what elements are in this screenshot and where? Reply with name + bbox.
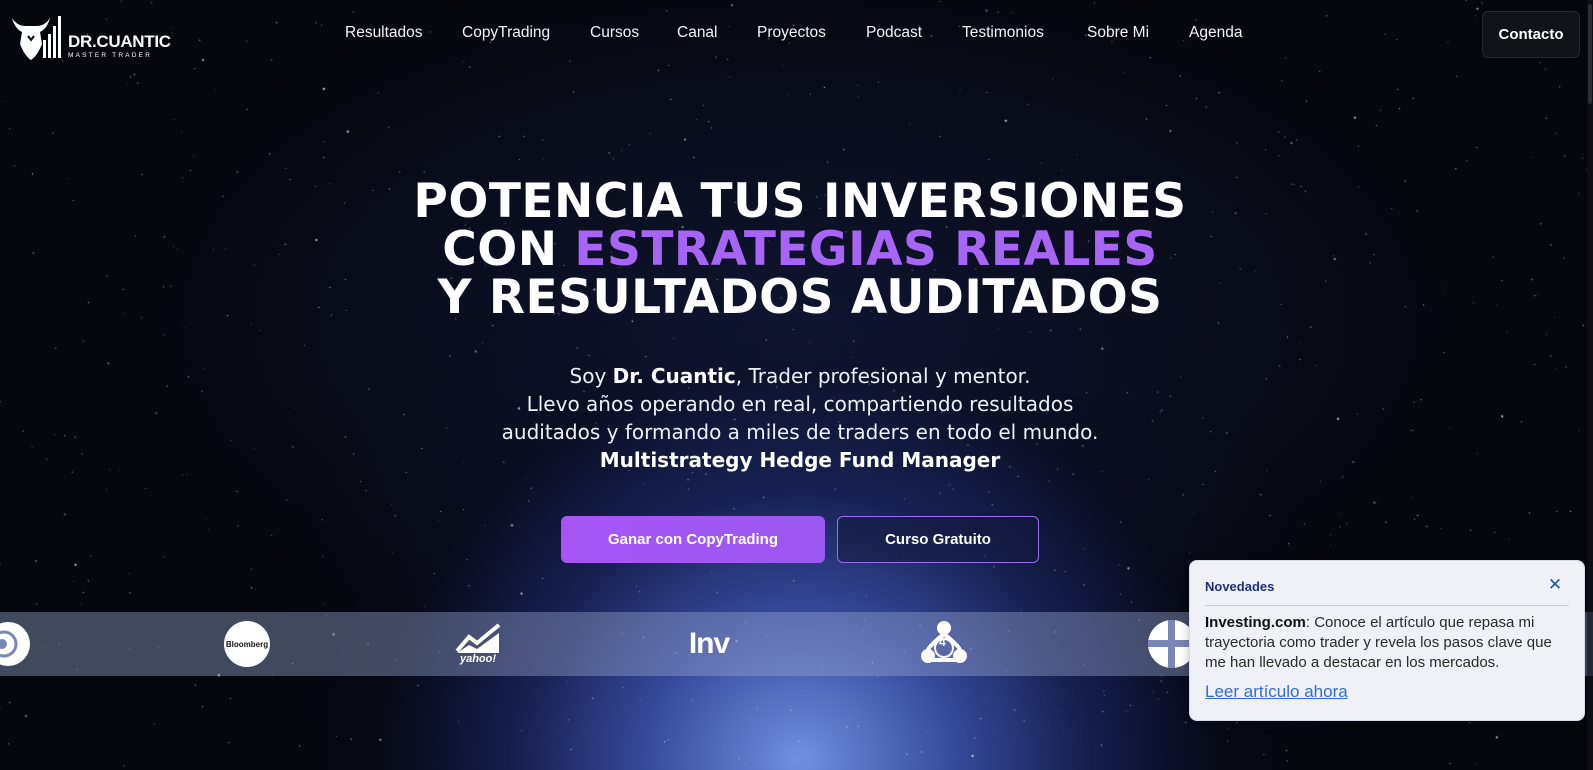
nav-item-cursos[interactable]: Cursos [590,24,639,42]
nav-item-proyectos[interactable]: Proyectos [757,24,826,42]
investing-logo: Inv [684,612,734,676]
yahoo-logo: yahoo! [450,612,506,676]
nav-item-sobre-mi[interactable]: Sobre Mi [1087,24,1149,42]
line-chart-icon [455,623,501,653]
investing-logo-text: Inv [688,627,730,660]
nav-item-testimonios[interactable]: Testimonios [962,24,1044,42]
intro-line-1: Soy Dr. Cuantic, Trader profesional y me… [0,362,1593,390]
nav-item-resultados[interactable]: Resultados [345,24,423,42]
top-navbar: DR.CUANTIC MASTER TRADER Resultados Copy… [0,0,1593,70]
notification-divider [1205,605,1569,606]
partial-circle-logo [0,612,40,676]
scrollbar-thumb[interactable] [1588,4,1592,104]
intro-line-2: Llevo años operando en real, compartiend… [526,392,1074,416]
intro-title: Multistrategy Hedge Fund Manager [599,448,1001,472]
scrollbar-track[interactable] [1587,0,1593,770]
nav-item-canal[interactable]: Canal [677,24,718,42]
intro-line-4: Multistrategy Hedge Fund Manager [0,446,1593,474]
close-icon[interactable]: ✕ [1547,576,1563,593]
bull-chart-icon [12,16,61,60]
free-course-button[interactable]: Curso Gratuito [837,516,1039,563]
headline-accent: ESTRATEGIAS REALES [574,222,1158,277]
contact-button[interactable]: Contacto [1482,11,1580,58]
news-notification: Novedades ✕ Investing.com: Conoce el art… [1189,560,1585,721]
headline-line-1: POTENCIA TUS INVERSIONES [413,174,1187,229]
nav-item-agenda[interactable]: Agenda [1189,24,1242,42]
copytrading-cta-button[interactable]: Ganar con CopyTrading [561,516,825,563]
intro-soy: Soy [569,364,613,388]
headline-line-2: CON ESTRATEGIAS REALES [0,226,1593,274]
notification-body: Investing.com: Conoce el artículo que re… [1205,613,1570,673]
intro-name: Dr. Cuantic [612,364,736,388]
bloomberg-logo: Bloomberg [222,612,272,676]
metatrader4-number: 4 [939,635,946,649]
hero-headline: POTENCIA TUS INVERSIONES CON ESTRATEGIAS… [0,178,1593,322]
notification-source: Investing.com [1205,614,1306,631]
headline-line-2-prefix: CON [442,222,575,277]
brand-logo[interactable]: DR.CUANTIC MASTER TRADER [8,10,178,62]
metatrader4-logo: 4 [916,612,972,676]
partial-cross-logo [1148,612,1194,676]
intro-role: , Trader profesional y mentor. [735,364,1031,388]
brand-tagline: MASTER TRADER [68,52,153,59]
bloomberg-logo-text: Bloomberg [225,639,269,649]
read-article-link[interactable]: Leer artículo ahora [1205,682,1348,702]
headline-line-3: Y RESULTADOS AUDITADOS [437,270,1163,325]
nav-item-podcast[interactable]: Podcast [866,24,922,42]
nav-item-copytrading[interactable]: CopyTrading [462,24,550,42]
intro-line-3: auditados y formando a miles de traders … [501,420,1099,444]
hero-intro: Soy Dr. Cuantic, Trader profesional y me… [0,362,1593,474]
yahoo-logo-text: yahoo! [459,653,497,665]
brand-name: DR.CUANTIC [68,32,171,51]
notification-title: Novedades [1205,579,1275,594]
